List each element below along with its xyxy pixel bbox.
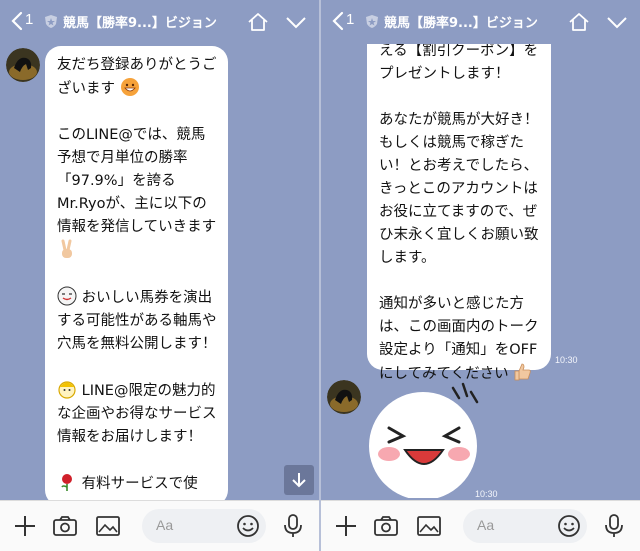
rose-icon (61, 474, 72, 491)
mic-icon[interactable] (280, 514, 306, 538)
plus-icon[interactable] (12, 514, 38, 538)
message-list[interactable]: える【割引クーポン】をプレゼントします！ あなたが競馬が大好き！もしくは競馬で稼… (321, 28, 640, 500)
avatar[interactable] (327, 380, 361, 414)
input-bar: Aa (0, 500, 319, 551)
input-bar: Aa (321, 500, 640, 551)
message-text: 有料サービスで使 (81, 476, 198, 492)
chat-header: 1 競馬【勝率9...】ビジョン (321, 0, 640, 44)
message-text: LINE@限定の魅力的な企画やお得なサービス情報をお届けします！ (57, 383, 217, 445)
camera-icon[interactable] (52, 514, 78, 538)
chat-panel-left: 1 競馬【勝率9...】ビジョン 友だち登録ありがとうございます このLINE@… (0, 0, 319, 551)
message-text: える【割引クーポン】をプレゼントします！ (379, 43, 539, 82)
camera-icon[interactable] (373, 514, 399, 538)
plus-icon[interactable] (333, 514, 359, 538)
chat-title[interactable]: 競馬【勝率9...】ビジョン (63, 12, 239, 31)
grin-emoji-icon (120, 78, 139, 96)
back-chevron-icon[interactable] (8, 10, 26, 32)
avatar[interactable] (6, 48, 40, 82)
back-chevron-icon[interactable] (329, 10, 347, 32)
chevron-down-icon[interactable] (285, 16, 307, 30)
home-icon[interactable] (568, 12, 590, 32)
thumbs-up-icon (514, 363, 531, 381)
message-text: このLINE@では、競馬予想で月単位の勝率「97.9%」を誇るMr.Ryoが、主… (57, 127, 217, 235)
chat-title[interactable]: 競馬【勝率9...】ビジョン (384, 12, 560, 31)
timestamp: 10:30 (475, 489, 498, 499)
message-text: おいしい馬券を演出する可能性がある軸馬や穴馬を無料公開します！ (57, 290, 217, 352)
message-input-placeholder: Aa (477, 517, 495, 533)
chat-panel-right: 1 競馬【勝率9...】ビジョン える【割引クーポン】をプレゼントします！ あな… (321, 0, 640, 551)
arrow-down-icon (292, 473, 306, 488)
message-text: あなたが競馬が大好き！もしくは競馬で稼ぎたい！とお考えでしたら、きっとこのアカウ… (379, 112, 539, 266)
laughing-sticker[interactable] (367, 370, 495, 498)
message-input-placeholder: Aa (156, 517, 174, 533)
shield-icon (45, 15, 57, 28)
scroll-down-button[interactable] (284, 465, 314, 495)
chat-header: 1 競馬【勝率9...】ビジョン (0, 0, 319, 44)
smile-icon[interactable] (557, 514, 581, 538)
message-list[interactable]: 友だち登録ありがとうございます このLINE@では、競馬予想で月単位の勝率「97… (0, 44, 319, 506)
unread-count[interactable]: 1 (346, 11, 354, 28)
message-bubble: える【割引クーポン】をプレゼントします！ あなたが競馬が大好き！もしくは競馬で稼… (367, 28, 551, 382)
timestamp: 10:30 (555, 355, 578, 365)
image-icon[interactable] (95, 514, 121, 538)
unread-count[interactable]: 1 (25, 11, 33, 28)
image-icon[interactable] (416, 514, 442, 538)
victory-hand-icon (61, 239, 72, 258)
character-emoji-icon (58, 381, 76, 399)
shield-icon (366, 15, 378, 28)
mic-icon[interactable] (601, 514, 627, 538)
message-input[interactable]: Aa (463, 509, 587, 543)
message-input[interactable]: Aa (142, 509, 266, 543)
home-icon[interactable] (247, 12, 269, 32)
face-emoji-icon (57, 286, 77, 306)
chevron-down-icon[interactable] (606, 16, 628, 30)
smile-icon[interactable] (236, 514, 260, 538)
message-bubble: 友だち登録ありがとうございます このLINE@では、競馬予想で月単位の勝率「97… (45, 46, 228, 506)
